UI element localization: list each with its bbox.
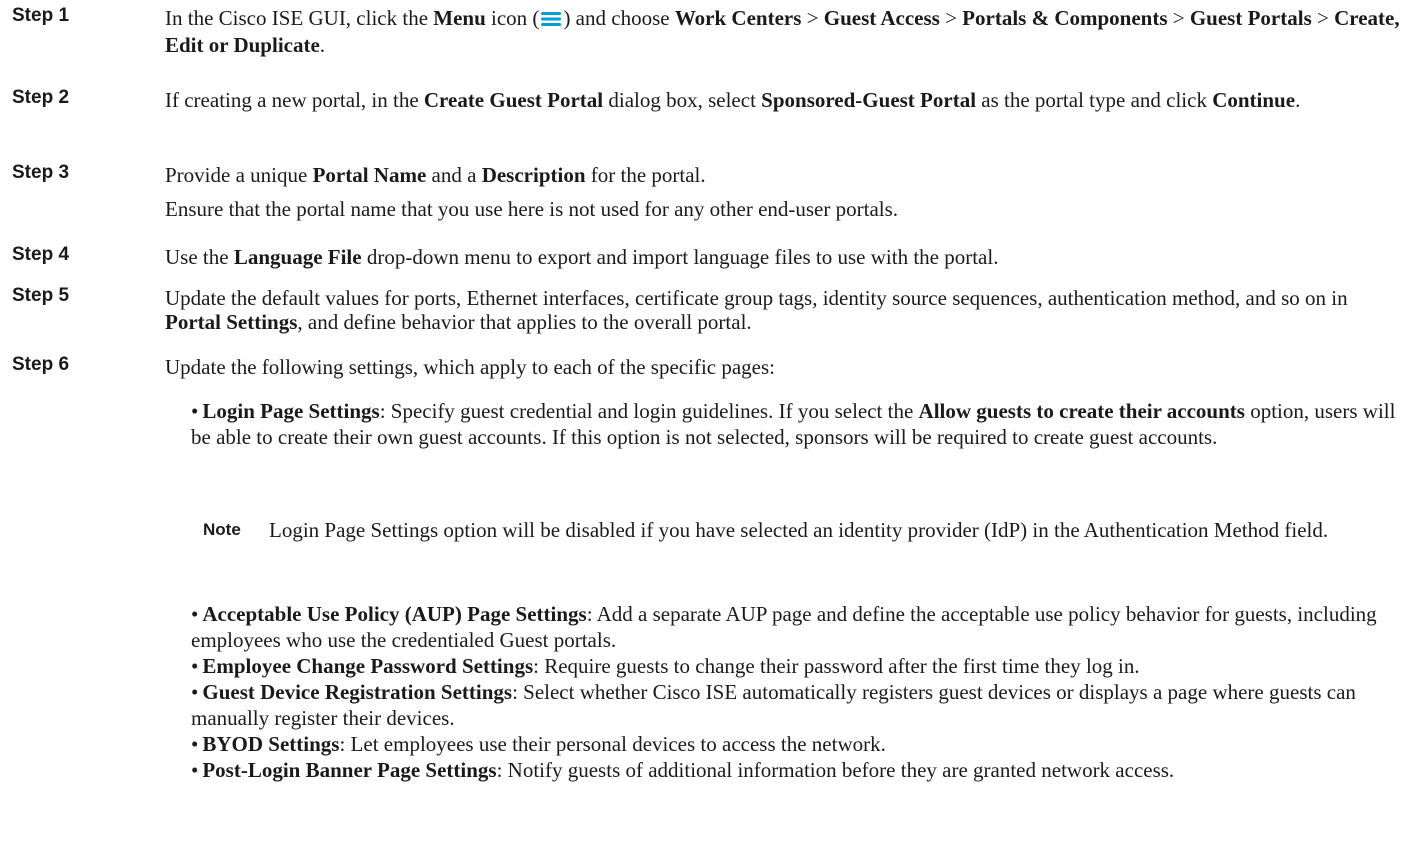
continue-label: Continue: [1212, 88, 1296, 112]
list-item: • Acceptable Use Policy (AUP) Page Settin…: [191, 601, 1411, 653]
item-title: Post-Login Banner Page Settings: [202, 758, 497, 782]
text-run: .: [319, 33, 326, 57]
text-run: >: [939, 6, 963, 30]
list-item: • Post-Login Banner Page Settings: Notify…: [191, 757, 1411, 783]
bullet: •: [191, 732, 199, 756]
text-run: , and define behavior that applies to th…: [297, 310, 752, 334]
text-run: >: [801, 6, 824, 30]
step-body: In the Cisco ISE GUI, click the Menu ico…: [165, 6, 1405, 57]
note-text: Login Page Settings option will be disab…: [269, 518, 1329, 542]
portal-settings-label: Portal Settings: [165, 310, 298, 334]
text-run: drop-down menu to export and import lang…: [361, 245, 999, 269]
text-run: icon (: [485, 6, 540, 30]
bullet: •: [191, 399, 199, 423]
item-title: Guest Device Registration Settings: [202, 680, 513, 704]
step-label: Step 6: [12, 354, 70, 375]
list-item: • Guest Device Registration Settings: Sel…: [191, 679, 1411, 731]
nav-guest-portals: Guest Portals: [1189, 6, 1312, 30]
list-item: • Employee Change Password Settings: Requ…: [191, 653, 1411, 679]
item-title: BYOD Settings: [202, 732, 340, 756]
item-text: : Notify guests of additional informatio…: [496, 758, 1175, 782]
item-title: Employee Change Password Settings: [202, 654, 534, 678]
menu-label: Menu: [433, 6, 486, 30]
hamburger-menu-icon: [540, 9, 562, 33]
step-text: Update the following settings, which app…: [165, 355, 775, 379]
settings-list-login: • Login Page Settings: Specify guest cred…: [191, 398, 1411, 450]
description-label: Description: [481, 163, 586, 187]
text-run: In the Cisco ISE GUI, click the: [165, 6, 434, 30]
text-run: : Specify guest credential and login gui…: [379, 399, 919, 423]
text-run: >: [1167, 6, 1190, 30]
nav-work-centers: Work Centers: [674, 6, 802, 30]
step-body: Update the default values for ports, Eth…: [165, 286, 1405, 334]
step-text: In the Cisco ISE GUI, click the Menu ico…: [165, 6, 1405, 57]
text-run: If creating a new portal, in the: [165, 88, 424, 112]
text-run: for the portal.: [585, 163, 706, 187]
step-body: Use the Language File drop-down menu to …: [165, 245, 1405, 269]
step-body: Update the following settings, which app…: [165, 355, 1405, 379]
item-title: Acceptable Use Policy (AUP) Page Setting…: [202, 602, 587, 626]
step-extra-text: Ensure that the portal name that you use…: [165, 197, 899, 221]
step-body: Provide a unique Portal Name and a Descr…: [165, 163, 1405, 221]
text-run: as the portal type and click: [976, 88, 1213, 112]
item-text: : Require guests to change their passwor…: [533, 654, 1140, 678]
bullet: •: [191, 654, 199, 678]
text-run: dialog box, select: [603, 88, 762, 112]
step-label: Step 3: [12, 162, 70, 183]
step-text: Update the default values for ports, Eth…: [165, 286, 1405, 334]
step-label: Step 2: [12, 87, 70, 108]
step-text: Provide a unique Portal Name and a Descr…: [165, 163, 1405, 187]
bullet: •: [191, 602, 199, 626]
portal-name-label: Portal Name: [312, 163, 427, 187]
bullet: •: [191, 758, 199, 782]
nav-portals-components: Portals & Components: [962, 6, 1168, 30]
step-label: Step 5: [12, 285, 70, 306]
step-label: Step 1: [12, 5, 70, 26]
text-run: Update the default values for ports, Eth…: [165, 286, 1348, 310]
list-item: • Login Page Settings: Specify guest cred…: [191, 398, 1411, 450]
text-run: Provide a unique: [165, 163, 313, 187]
allow-guests-option-label: Allow guests to create their accounts: [918, 399, 1245, 423]
dialog-name: Create Guest Portal: [423, 88, 604, 112]
step-label: Step 4: [12, 244, 70, 265]
settings-list: • Acceptable Use Policy (AUP) Page Settin…: [191, 601, 1411, 783]
text-run: and a: [426, 163, 482, 187]
step-text: If creating a new portal, in the Create …: [165, 88, 1405, 112]
text-run: .: [1295, 88, 1301, 112]
item-text: : Let employees use their personal devic…: [339, 732, 886, 756]
note-label: Note: [203, 520, 241, 539]
language-file-label: Language File: [233, 245, 362, 269]
nav-guest-access: Guest Access: [823, 6, 940, 30]
step-text: Use the Language File drop-down menu to …: [165, 245, 1405, 269]
item-title: Login Page Settings: [202, 399, 380, 423]
step-body: If creating a new portal, in the Create …: [165, 88, 1405, 112]
text-run: Use the: [165, 245, 234, 269]
list-item: • BYOD Settings: Let employees use their …: [191, 731, 1411, 757]
bullet: •: [191, 680, 199, 704]
text-run: ) and choose: [563, 6, 675, 30]
text-run: >: [1311, 6, 1335, 30]
portal-type: Sponsored-Guest Portal: [761, 88, 977, 112]
